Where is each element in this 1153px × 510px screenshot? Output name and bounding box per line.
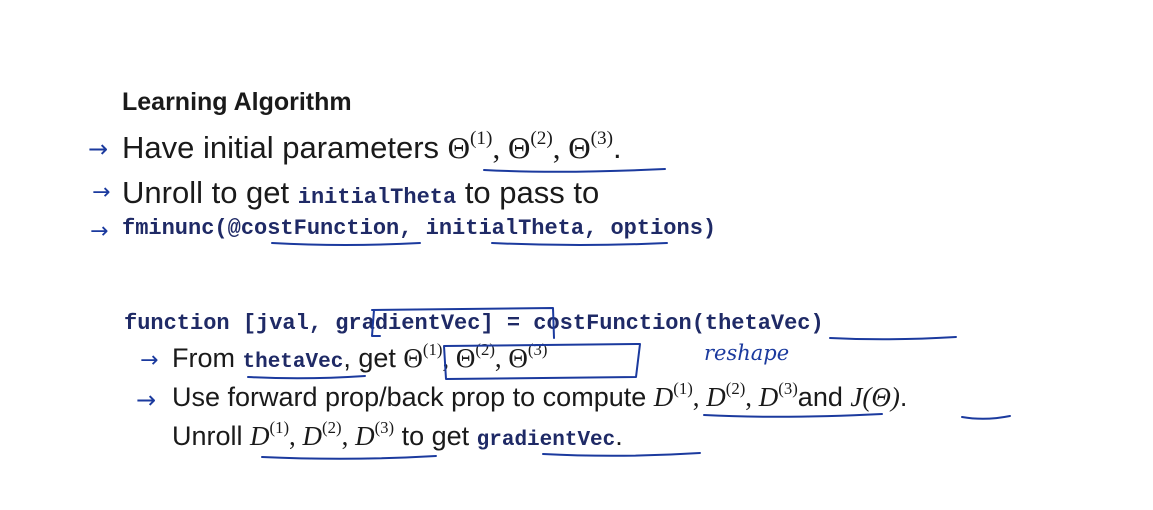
- underline-j-theta: [961, 415, 1011, 420]
- underline-initialTheta: [491, 242, 668, 246]
- underline-thetaVec-call: [829, 336, 957, 341]
- underline-d-list: [703, 413, 883, 418]
- underline-theta-params: [483, 168, 666, 173]
- box-gradientVec: [371, 307, 555, 339]
- underline-thetaVec: [247, 375, 366, 380]
- underline-gradientVec: [542, 452, 701, 457]
- box-theta-reshape: [443, 343, 641, 380]
- underline-d-list-unroll: [261, 455, 437, 460]
- underline-costFunction: [271, 242, 421, 246]
- handwritten-annotations: [247, 168, 1011, 460]
- lecture-slide: Learning Algorithm → Have initial parame…: [0, 0, 1153, 510]
